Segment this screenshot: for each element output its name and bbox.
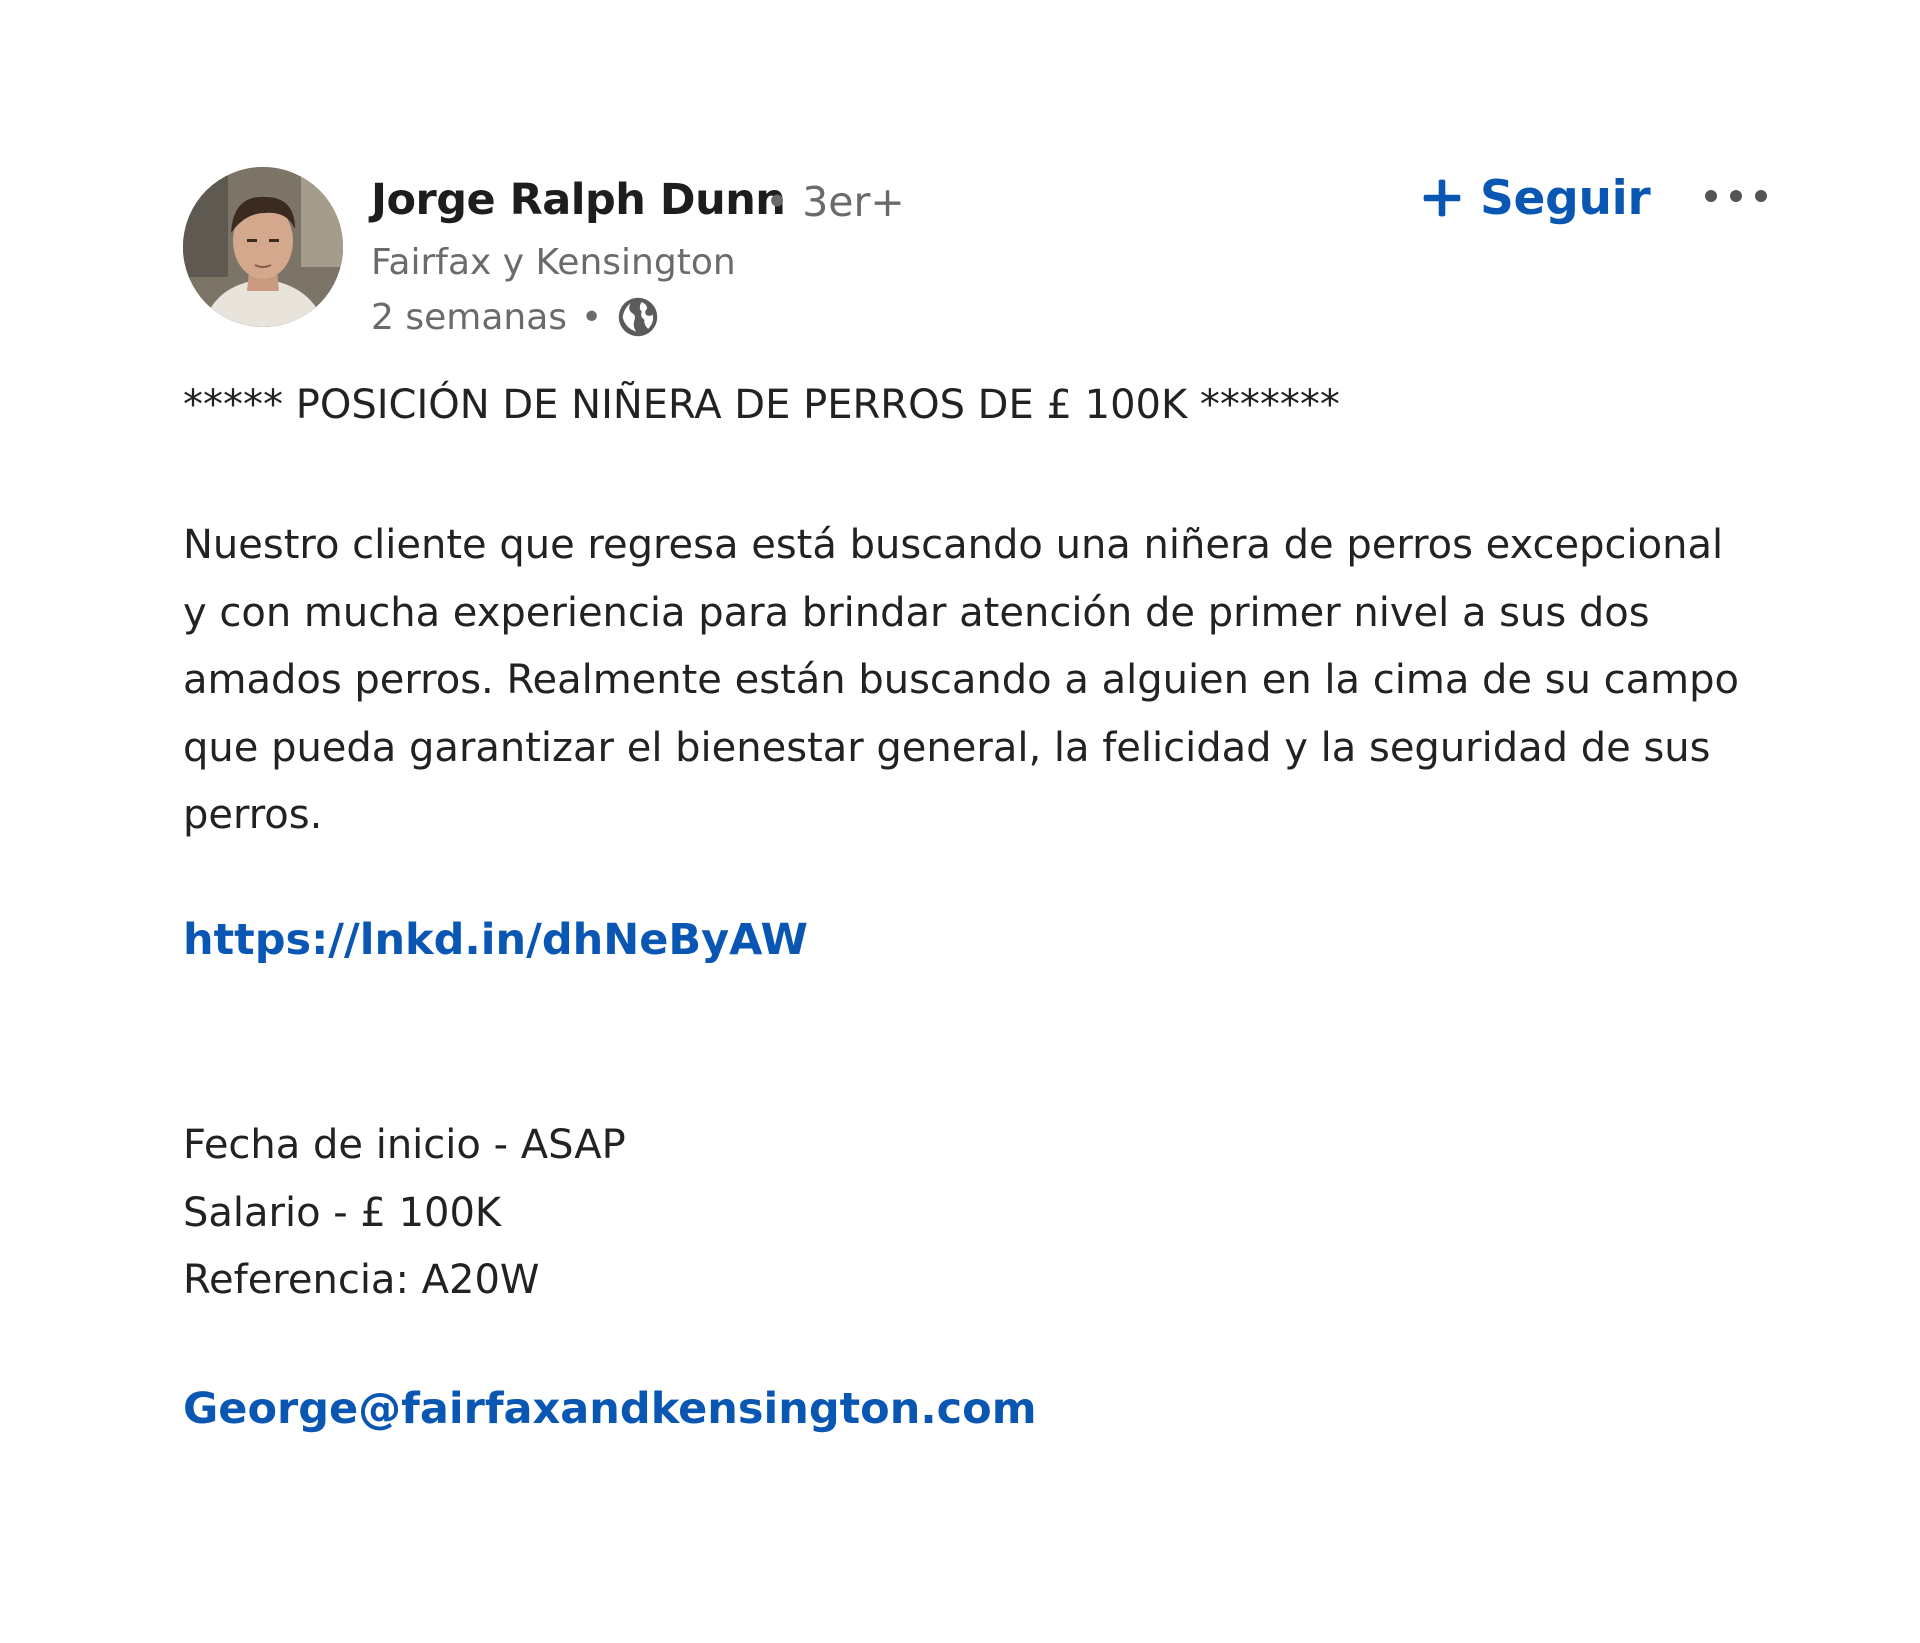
- post-body: Nuestro cliente que regresa está buscand…: [183, 522, 1739, 838]
- contact-email-link[interactable]: George@fairfaxandkensington.com: [183, 1381, 1037, 1437]
- author-name[interactable]: Jorge Ralph Dunn: [371, 172, 786, 228]
- author-headline[interactable]: Fairfax y Kensington: [371, 240, 736, 286]
- follow-button-label: Seguir: [1480, 170, 1651, 226]
- more-options-icon[interactable]: [1700, 178, 1772, 214]
- detail-salary: Salario - £ 100K: [183, 1189, 502, 1236]
- detail-start-date: Fecha de inicio - ASAP: [183, 1122, 626, 1168]
- connection-degree: • 3er+: [765, 178, 905, 226]
- post-meta: 2 semanas •: [371, 294, 660, 340]
- detail-reference: Referencia: A20W: [183, 1257, 540, 1303]
- meta-separator: •: [581, 296, 603, 338]
- job-link[interactable]: https://lnkd.in/dhNeByAW: [183, 912, 808, 968]
- job-details: Fecha de inicio - ASAP Salario - £ 100K …: [183, 1112, 626, 1315]
- post-title: ***** POSICIÓN DE NIÑERA DE PERROS DE £ …: [183, 382, 1340, 428]
- follow-button[interactable]: Seguir: [1420, 168, 1651, 228]
- avatar[interactable]: [183, 167, 343, 327]
- linkedin-post: Jorge Ralph Dunn • 3er+ Fairfax y Kensin…: [0, 0, 1920, 1643]
- globe-icon: [619, 297, 658, 337]
- post-timestamp[interactable]: 2 semanas: [371, 297, 567, 338]
- plus-icon: [1423, 179, 1461, 217]
- avatar-photo: [183, 167, 343, 327]
